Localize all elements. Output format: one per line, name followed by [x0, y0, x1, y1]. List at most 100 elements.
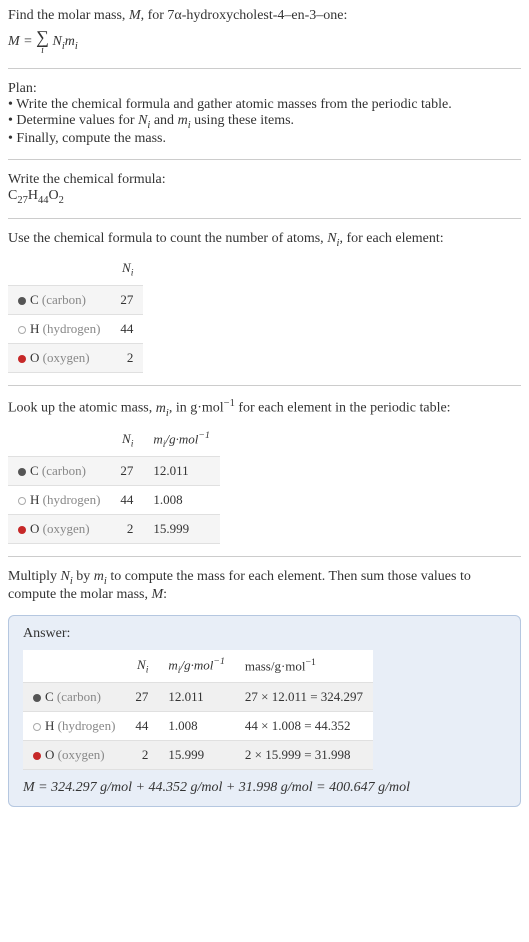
carbon-dot-icon [33, 694, 41, 702]
final-answer: M = 324.297 g/mol + 44.352 g/mol + 31.99… [23, 780, 506, 796]
header-ni: Ni [125, 650, 158, 682]
table-row: O (oxygen) 2 15.999 [8, 515, 220, 544]
ni-value: 2 [125, 741, 158, 770]
header-ni: Ni [110, 254, 143, 285]
table-header-row: Ni mi/g·mol−1 mass/g·mol−1 [23, 650, 373, 682]
divider [8, 218, 521, 219]
element-cell: C (carbon) [8, 457, 110, 486]
element-sym: H [30, 492, 39, 507]
element-sym: C [30, 292, 39, 307]
table-row: H (hydrogen) 44 1.008 44 × 1.008 = 44.35… [23, 712, 373, 741]
table-header-row: Ni mi/g·mol−1 [8, 424, 220, 456]
plan-title: Plan: [8, 81, 521, 97]
ni-value: 27 [125, 683, 158, 712]
ni-value: 27 [110, 457, 143, 486]
header-empty [8, 254, 110, 285]
mass-title: Look up the atomic mass, mi, in g·mol−1 … [8, 398, 521, 418]
element-name: (carbon) [57, 689, 101, 704]
element-name: (carbon) [42, 292, 86, 307]
header-mass: mass/g·mol−1 [235, 650, 373, 682]
element-cell: C (carbon) [8, 285, 110, 314]
element-sym: O [30, 350, 39, 365]
intro-line1: Find the molar mass, M, for 7α-hydroxych… [8, 8, 521, 24]
element-name: (oxygen) [58, 747, 105, 762]
mass-calc: 44 × 1.008 = 44.352 [235, 712, 373, 741]
mi-value: 1.008 [143, 486, 219, 515]
plan-item-1: • Write the chemical formula and gather … [8, 97, 521, 113]
mi-value: 1.008 [158, 712, 234, 741]
intro-section: Find the molar mass, M, for 7α-hydroxych… [8, 8, 521, 56]
element-cell: C (carbon) [23, 683, 125, 712]
multiply-section: Multiply Ni by mi to compute the mass fo… [8, 569, 521, 603]
ni-value: 44 [125, 712, 158, 741]
chemical-formula-title: Write the chemical formula: [8, 172, 521, 188]
formula-o: O [48, 188, 58, 203]
formula-h-count: 44 [38, 195, 49, 206]
ni-value: 44 [110, 486, 143, 515]
mi-value: 15.999 [143, 515, 219, 544]
element-sym: C [30, 463, 39, 478]
table-header-row: Ni [8, 254, 143, 285]
hydrogen-dot-icon [18, 326, 26, 334]
ni-value: 27 [110, 285, 143, 314]
formula-c: C [8, 188, 17, 203]
divider [8, 385, 521, 386]
element-cell: H (hydrogen) [23, 712, 125, 741]
intro-formula: M = ∑ i Nimi [8, 28, 521, 56]
table-row: C (carbon) 27 12.011 27 × 12.011 = 324.2… [23, 683, 373, 712]
count-title: Use the chemical formula to count the nu… [8, 231, 521, 249]
chemical-formula-section: Write the chemical formula: C27H44O2 [8, 172, 521, 206]
element-sym: O [30, 521, 39, 536]
oxygen-dot-icon [18, 526, 26, 534]
table-row: O (oxygen) 2 [8, 343, 143, 372]
hydrogen-dot-icon [33, 723, 41, 731]
mi-value: 15.999 [158, 741, 234, 770]
table-row: O (oxygen) 2 15.999 2 × 15.999 = 31.998 [23, 741, 373, 770]
element-sym: O [45, 747, 54, 762]
chemical-formula-value: C27H44O2 [8, 188, 521, 206]
element-name: (carbon) [42, 463, 86, 478]
carbon-dot-icon [18, 468, 26, 476]
mass-calc: 2 × 15.999 = 31.998 [235, 741, 373, 770]
mass-table: Ni mi/g·mol−1 C (carbon) 27 12.011 H (hy… [8, 424, 220, 544]
ni-value: 44 [110, 314, 143, 343]
answer-box: Answer: Ni mi/g·mol−1 mass/g·mol−1 C (ca… [8, 615, 521, 807]
header-mi: mi/g·mol−1 [143, 424, 219, 456]
hydrogen-dot-icon [18, 497, 26, 505]
element-sym: H [30, 321, 39, 336]
mi-value: 12.011 [158, 683, 234, 712]
element-name: (oxygen) [43, 521, 90, 536]
element-cell: H (hydrogen) [8, 314, 110, 343]
formula-o-count: 2 [59, 195, 64, 206]
element-name: (oxygen) [43, 350, 90, 365]
element-cell: O (oxygen) [8, 515, 110, 544]
table-row: H (hydrogen) 44 [8, 314, 143, 343]
element-name: (hydrogen) [43, 492, 101, 507]
oxygen-dot-icon [18, 355, 26, 363]
formula-h: H [28, 188, 38, 203]
header-empty [23, 650, 125, 682]
count-section: Use the chemical formula to count the nu… [8, 231, 521, 373]
carbon-dot-icon [18, 297, 26, 305]
ni-value: 2 [110, 515, 143, 544]
mi-value: 12.011 [143, 457, 219, 486]
element-cell: H (hydrogen) [8, 486, 110, 515]
table-row: C (carbon) 27 [8, 285, 143, 314]
divider [8, 159, 521, 160]
header-ni: Ni [110, 424, 143, 456]
header-mi: mi/g·mol−1 [158, 650, 234, 682]
multiply-text: Multiply Ni by mi to compute the mass fo… [8, 569, 521, 603]
plan-item-3: • Finally, compute the mass. [8, 131, 521, 147]
answer-label: Answer: [23, 626, 506, 642]
oxygen-dot-icon [33, 752, 41, 760]
table-row: C (carbon) 27 12.011 [8, 457, 220, 486]
divider [8, 68, 521, 69]
plan-section: Plan: • Write the chemical formula and g… [8, 81, 521, 147]
element-name: (hydrogen) [43, 321, 101, 336]
header-empty [8, 424, 110, 456]
element-cell: O (oxygen) [23, 741, 125, 770]
answer-table: Ni mi/g·mol−1 mass/g·mol−1 C (carbon) 27… [23, 650, 373, 770]
divider [8, 556, 521, 557]
formula-c-count: 27 [17, 195, 28, 206]
sigma-icon: ∑ i [36, 28, 49, 56]
